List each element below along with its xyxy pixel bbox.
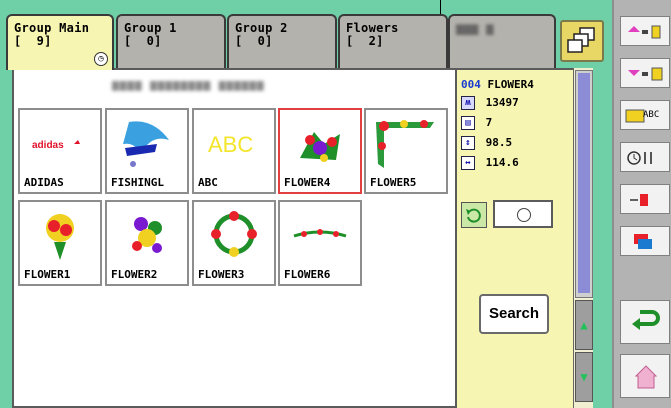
design-height: 98.5 (485, 136, 513, 149)
arrow-up-icon: ▲ (580, 318, 588, 332)
flower-bouquet-icon (300, 132, 340, 162)
design-flower1[interactable]: FLOWER1 (18, 200, 102, 286)
folder-abc-button[interactable]: ABC (620, 100, 670, 130)
info-row-width: ↔ 114.6 (461, 156, 519, 172)
home-button[interactable] (620, 354, 670, 398)
design-name: ABC (198, 176, 218, 189)
design-fishingl[interactable]: FISHINGL (105, 108, 189, 194)
move-design-down-button[interactable] (620, 58, 670, 88)
tab-count: [ 0] (235, 34, 273, 48)
color-count: 7 (485, 116, 493, 129)
design-flower2[interactable]: FLOWER2 (105, 200, 189, 286)
tab-label: Flowers (346, 21, 399, 35)
tab-count: [ 2] (346, 34, 384, 48)
design-flower3[interactable]: FLOWER3 (192, 200, 276, 286)
design-abc[interactable]: ABC ABC (192, 108, 276, 194)
color-count-icon: ▤ (461, 116, 475, 130)
return-arrow-icon (632, 310, 660, 330)
flower-garland-icon (293, 229, 347, 238)
move-design-up-button[interactable] (620, 16, 670, 46)
tab-blurred[interactable]: ▆▆▆ ▆ (448, 14, 556, 68)
flower-cluster-icon (132, 217, 162, 253)
svg-text:adidas: adidas (32, 140, 64, 151)
design-name: FLOWER6 (284, 268, 331, 281)
clock-sort-icon (627, 151, 652, 165)
clock-icon: ◷ (94, 52, 108, 66)
design-flower6[interactable]: FLOWER6 (278, 200, 362, 286)
tab-label: Group 2 (235, 21, 288, 35)
scroll-up-button[interactable]: ▲ (575, 300, 593, 350)
tab-label: Group 1 (124, 21, 177, 35)
abc-label: ABC (643, 110, 660, 120)
move-down-icon (628, 67, 663, 81)
design-flower4[interactable]: FLOWER4 (278, 108, 362, 194)
abc-icon: ABC (208, 132, 253, 157)
copy-icon (634, 234, 652, 249)
arrow-down-icon: ▼ (580, 370, 588, 384)
design-info-panel: 004 FLOWER4 ʍ 13497 ▤ 7 ↕ 98.5 ↔ 114.6 S… (457, 68, 573, 408)
blurred-panel-title: ▆▆▆▆ ▆▆▆▆▆▆▆▆ ▆▆▆▆▆▆ (112, 78, 265, 91)
flower-corner-icon (376, 120, 434, 168)
right-toolbar: ABC (612, 0, 671, 408)
stitch-count-icon: ʍ (461, 96, 475, 110)
scroll-track[interactable] (575, 70, 593, 298)
tab-flowers[interactable]: Flowers [ 2] (338, 14, 448, 68)
design-flower5[interactable]: FLOWER5 (364, 108, 448, 194)
scroll-thumb[interactable] (578, 73, 590, 293)
adidas-icon: adidas (32, 140, 80, 151)
scroll-down-button[interactable]: ▼ (575, 352, 593, 402)
move-up-icon (628, 25, 661, 39)
tab-count: [ 9] (14, 34, 52, 48)
stitch-count: 13497 (485, 96, 519, 109)
design-name: FLOWER1 (24, 268, 71, 281)
design-list-panel: ▆▆▆▆ ▆▆▆▆▆▆▆▆ ▆▆▆▆▆▆ adidas ADIDAS FISHI… (12, 68, 457, 408)
rotation-indicator[interactable] (493, 200, 553, 228)
flower-bunch-icon (46, 214, 74, 260)
design-name: FLOWER4 (284, 176, 331, 189)
tab-label: Group Main (14, 21, 90, 35)
height-icon: ↕ (461, 136, 475, 150)
tab-group-1[interactable]: Group 1 [ 0] (116, 14, 226, 68)
fish-icon (123, 121, 169, 167)
tab-count: [ 0] (124, 34, 162, 48)
tab-group-2[interactable]: Group 2 [ 0] (227, 14, 337, 68)
design-name: ADIDAS (24, 176, 64, 189)
back-button[interactable] (620, 300, 670, 344)
design-name: FISHINGL (111, 176, 164, 189)
pointer-line (440, 0, 441, 14)
rotate-button[interactable] (461, 202, 487, 228)
embroidery-screen: Group Main [ 9] ◷ Group 1 [ 0] Group 2 [… (0, 0, 671, 408)
rotate-icon (466, 208, 481, 223)
design-name-value: FLOWER4 (487, 78, 534, 91)
time-sort-button[interactable] (620, 142, 670, 172)
delete-icon (630, 194, 648, 206)
design-number: 004 (461, 78, 481, 91)
delete-design-button[interactable] (620, 184, 670, 214)
tab-group-main[interactable]: Group Main [ 9] ◷ (6, 14, 114, 70)
design-name: FLOWER5 (370, 176, 417, 189)
design-adidas[interactable]: adidas ADIDAS (18, 108, 102, 194)
info-row-stitches: ʍ 13497 (461, 96, 519, 112)
info-row-colors: ▤ 7 (461, 116, 492, 132)
group-select-button[interactable] (560, 20, 604, 62)
info-row-height: ↕ 98.5 (461, 136, 512, 152)
design-width: 114.6 (485, 156, 519, 169)
flower-wreath-icon (211, 211, 257, 257)
copy-design-button[interactable] (620, 226, 670, 256)
scrollbar[interactable]: ▲ ▼ (573, 68, 593, 408)
info-row-name: 004 FLOWER4 (461, 78, 534, 94)
width-icon: ↔ (461, 156, 475, 170)
blurred-tab-label: ▆▆▆ ▆ (456, 21, 494, 35)
design-name: FLOWER2 (111, 268, 158, 281)
svg-text:ABC: ABC (208, 132, 253, 157)
home-icon (634, 365, 658, 389)
search-button[interactable]: Search (479, 294, 549, 334)
stacked-windows-icon (567, 27, 595, 53)
design-name: FLOWER3 (198, 268, 245, 281)
